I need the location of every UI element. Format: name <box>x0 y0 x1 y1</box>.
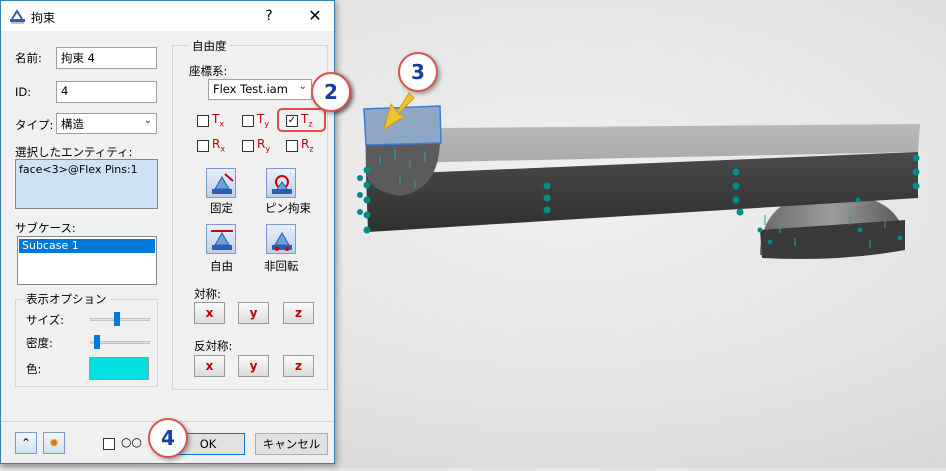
color-swatch[interactable] <box>89 357 149 380</box>
sunburst-icon: ✹ <box>48 436 60 450</box>
no-rotation-label: 非回転 <box>264 259 299 273</box>
tx-checkbox[interactable] <box>197 115 209 127</box>
chevron-double-up-icon: ⌃ <box>20 436 32 450</box>
free-constraint-icon <box>211 230 233 250</box>
name-label: 名前: <box>15 51 42 65</box>
highlight-button[interactable]: ✹ <box>43 432 65 454</box>
subcase-label: サブケース: <box>15 221 76 235</box>
fixed-constraint-icon <box>212 173 234 194</box>
fixed-constraint-button[interactable] <box>206 168 236 198</box>
chevron-down-icon: ⌄ <box>298 81 307 92</box>
density-slider-thumb[interactable] <box>94 335 101 349</box>
list-item[interactable]: face<3>@Flex Pins:1 <box>16 160 157 179</box>
chevron-down-icon: ⌄ <box>143 115 152 126</box>
ry-label: Ry <box>257 137 271 154</box>
selected-face[interactable] <box>363 105 442 146</box>
color-label: 色: <box>26 362 42 376</box>
size-label: サイズ: <box>26 313 65 327</box>
list-item[interactable]: Subcase 1 <box>19 239 155 253</box>
no-rotation-constraint-button[interactable] <box>266 224 296 254</box>
no-rotation-constraint-icon <box>272 232 292 251</box>
symmetry-z-button[interactable]: z <box>283 302 314 324</box>
symmetry-y-button[interactable]: y <box>238 302 269 324</box>
type-select[interactable]: 構造 ⌄ <box>56 113 157 134</box>
constraint-app-icon <box>10 9 25 24</box>
symmetry-label: 対称: <box>194 287 221 301</box>
entities-list[interactable]: face<3>@Flex Pins:1 <box>15 159 158 209</box>
subcase-list[interactable]: Subcase 1 <box>17 236 157 285</box>
antisymmetry-z-button[interactable]: z <box>283 355 314 377</box>
coord-select[interactable]: Flex Test.iam ⌄ <box>208 79 312 100</box>
tx-label: Tx <box>212 112 225 129</box>
cancel-button[interactable]: キャンセル <box>255 433 328 455</box>
name-field[interactable]: 拘束 4 <box>56 47 157 69</box>
callout-3: 3 <box>398 52 438 92</box>
size-slider-thumb[interactable] <box>114 312 121 326</box>
callout-4-overlay: 4 <box>148 418 188 458</box>
density-label: 密度: <box>26 336 53 350</box>
display-options-title: 表示オプション <box>23 291 110 307</box>
free-label: 自由 <box>210 259 233 273</box>
close-button[interactable]: ✕ <box>303 6 327 26</box>
free-constraint-button[interactable] <box>206 224 236 254</box>
dialog-title: 拘束 <box>31 11 56 25</box>
dof-title: 自由度 <box>189 38 230 54</box>
rz-label: Rz <box>301 137 314 154</box>
symmetry-x-button[interactable]: x <box>194 302 225 324</box>
preview-checkbox[interactable] <box>103 438 115 450</box>
id-label: ID: <box>15 85 32 99</box>
tz-highlight-overlay <box>277 108 326 132</box>
pin-constraint-button[interactable] <box>266 168 296 198</box>
ty-checkbox[interactable] <box>242 115 254 127</box>
pin-constraint-icon <box>272 175 292 194</box>
glasses-icon: ○○ <box>121 435 142 449</box>
antisymmetry-x-button[interactable]: x <box>194 355 225 377</box>
ry-checkbox[interactable] <box>242 140 254 152</box>
ty-label: Ty <box>257 112 270 129</box>
id-field[interactable]: 4 <box>56 81 157 103</box>
coord-select-value: Flex Test.iam <box>213 82 288 96</box>
title-bar: 拘束 ? ✕ <box>1 1 334 31</box>
callout-2-overlay: 2 <box>311 72 351 112</box>
help-button[interactable]: ? <box>259 6 279 26</box>
antisymmetry-y-button[interactable]: y <box>238 355 269 377</box>
fixed-label: 固定 <box>210 201 233 215</box>
rx-checkbox[interactable] <box>197 140 209 152</box>
entities-label: 選択したエンティティ: <box>15 145 133 159</box>
type-select-value: 構造 <box>61 117 84 131</box>
pin-label: ピン拘束 <box>265 201 311 215</box>
coord-label: 座標系: <box>189 64 228 78</box>
type-label: タイプ: <box>15 118 54 132</box>
expand-button[interactable]: ⌃ <box>15 432 37 454</box>
constraint-dialog: 拘束 ? ✕ 名前: 拘束 4 ID: 4 タイプ: 構造 ⌄ 選択したエンティ… <box>0 0 335 464</box>
antisymmetry-label: 反対称: <box>194 339 233 353</box>
rz-checkbox[interactable] <box>286 140 298 152</box>
rx-label: Rx <box>212 137 226 154</box>
